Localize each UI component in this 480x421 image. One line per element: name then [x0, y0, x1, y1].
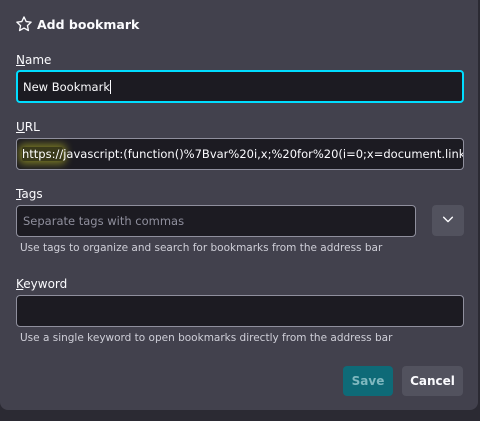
name-input[interactable]: New Bookmark [16, 70, 464, 103]
tags-placeholder: Separate tags with commas [23, 214, 185, 228]
keyword-input[interactable] [16, 295, 464, 327]
add-bookmark-dialog: Add bookmark Name New Bookmark URL https… [0, 0, 478, 410]
tags-label: Tags [16, 187, 43, 201]
url-label: URL [16, 120, 40, 134]
star-icon [15, 15, 33, 33]
name-label: Name [16, 53, 52, 67]
url-input[interactable]: https://javascript:(function()%7Bvar%20i… [16, 138, 464, 170]
save-button[interactable]: Save [343, 366, 393, 396]
tags-hint: Use tags to organize and search for book… [20, 242, 383, 254]
url-protocol-highlight: https:// [22, 147, 64, 161]
tags-dropdown-button[interactable] [432, 205, 464, 236]
text-caret [110, 79, 111, 94]
dialog-header: Add bookmark [15, 14, 139, 34]
tags-input[interactable]: Separate tags with commas [16, 205, 416, 237]
url-value: javascript:(function()%7Bvar%20i,x;%20fo… [63, 147, 463, 161]
dialog-title: Add bookmark [37, 16, 140, 32]
keyword-label: Keyword [16, 277, 68, 291]
cancel-button[interactable]: Cancel [402, 366, 463, 396]
name-value: New Bookmark [23, 79, 110, 94]
chevron-down-icon [441, 211, 455, 230]
keyword-hint: Use a single keyword to open bookmarks d… [20, 332, 393, 344]
